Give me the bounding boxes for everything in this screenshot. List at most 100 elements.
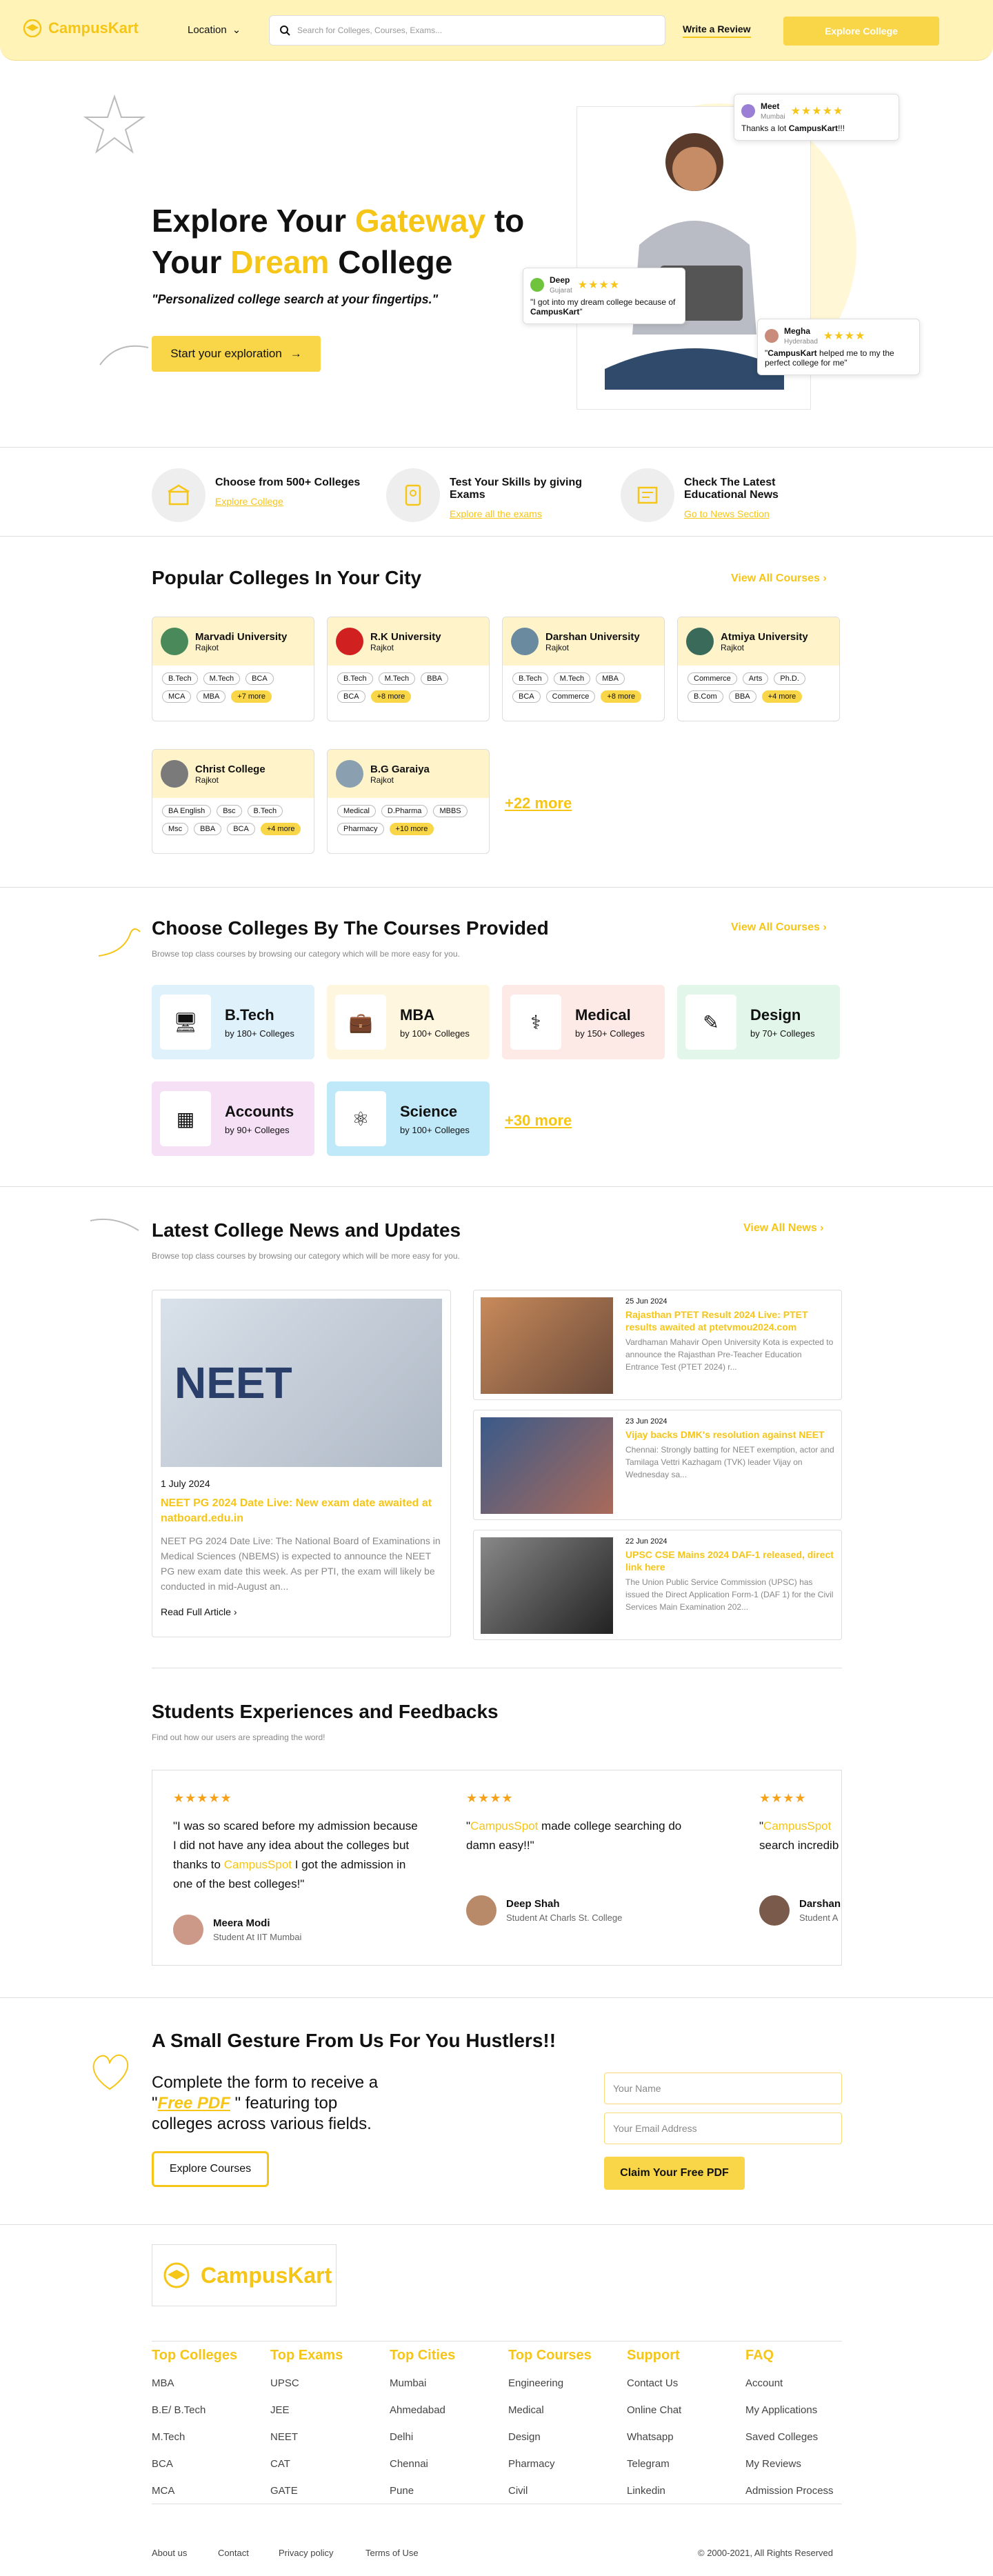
- footer-link[interactable]: Saved Colleges: [745, 2431, 834, 2444]
- footer-link[interactable]: B.E/ B.Tech: [152, 2404, 237, 2417]
- footer-link[interactable]: Contact Us: [627, 2377, 681, 2390]
- footer-link[interactable]: MCA: [152, 2485, 237, 2498]
- review-card: Deep Gujarat ★★★★ "I got into my dream co…: [523, 268, 685, 324]
- college-logo: [686, 628, 714, 655]
- footer-link[interactable]: Mumbai: [390, 2377, 455, 2390]
- view-all-courses-link[interactable]: View All Courses ›: [731, 572, 827, 585]
- college-building-icon: [152, 468, 205, 522]
- footer-link[interactable]: Contact: [218, 2548, 249, 2558]
- gesture-line: colleges across various fields.: [152, 2115, 372, 2133]
- testimonial-card: ★★★★ "CampusSpot made college searching …: [466, 1791, 694, 1926]
- view-all-courses-link[interactable]: View All Courses ›: [731, 921, 827, 934]
- more-tag[interactable]: +10 more: [389, 823, 434, 835]
- explore-college-button[interactable]: Explore College: [783, 17, 939, 46]
- college-card[interactable]: Marvadi University Rajkot B.Tech M.Tech BCA M…: [152, 617, 314, 721]
- search-input[interactable]: Search for Colleges, Courses, Exams...: [269, 15, 665, 46]
- footer-link[interactable]: About us: [152, 2548, 187, 2558]
- footer-link[interactable]: Pune: [390, 2485, 455, 2498]
- more-tag[interactable]: +8 more: [601, 690, 642, 703]
- logo[interactable]: CampusKart: [22, 19, 139, 37]
- course-card[interactable]: ▦ Accounts by 90+ Colleges: [152, 1081, 314, 1156]
- start-exploration-button[interactable]: Start your exploration →: [152, 336, 321, 372]
- footer-link[interactable]: BCA: [152, 2458, 237, 2471]
- footer-link[interactable]: M.Tech: [152, 2431, 237, 2444]
- news-section-link[interactable]: Go to News Section: [684, 508, 815, 519]
- student-name: Deep Shah: [506, 1898, 560, 1910]
- read-full-article-link[interactable]: Read Full Article ›: [161, 1606, 442, 1617]
- footer-link[interactable]: JEE: [270, 2404, 343, 2417]
- write-review-link[interactable]: Write a Review: [683, 23, 751, 38]
- features-strip: Choose from 500+ Colleges Explore College…: [0, 447, 993, 537]
- footer-link[interactable]: Ahmedabad: [390, 2404, 455, 2417]
- footer-link[interactable]: Delhi: [390, 2431, 455, 2444]
- more-colleges-link[interactable]: +22 more: [505, 795, 572, 812]
- avatar: [530, 278, 544, 292]
- footer-link[interactable]: UPSC: [270, 2377, 343, 2390]
- rating-stars: ★★★★: [759, 1791, 807, 1805]
- footer-link[interactable]: Privacy policy: [279, 2548, 333, 2558]
- college-card[interactable]: Atmiya University Rajkot Commerce Arts Ph.D.…: [677, 617, 840, 721]
- course-card[interactable]: ✎ Design by 70+ Colleges: [677, 985, 840, 1059]
- footer-link[interactable]: Admission Process: [745, 2485, 834, 2498]
- footer-link[interactable]: Design: [508, 2431, 592, 2444]
- news-title-link[interactable]: Rajasthan PTET Result 2024 Live: PTET re…: [625, 1308, 834, 1333]
- footer-link[interactable]: NEET: [270, 2431, 343, 2444]
- featured-news-card[interactable]: NEET 1 July 2024 NEET PG 2024 Date Live:…: [152, 1290, 451, 1637]
- footer-link[interactable]: My Reviews: [745, 2458, 834, 2471]
- heart-doodle-icon: [92, 2054, 129, 2090]
- more-courses-link[interactable]: +30 more: [505, 1112, 572, 1130]
- email-field[interactable]: Your Email Address: [604, 2113, 842, 2144]
- news-title-link[interactable]: UPSC CSE Mains 2024 DAF-1 released, dire…: [625, 1548, 834, 1573]
- claim-pdf-button[interactable]: Claim Your Free PDF: [604, 2157, 745, 2190]
- location-dropdown[interactable]: Location ⌄: [188, 23, 241, 37]
- footer-link[interactable]: CAT: [270, 2458, 343, 2471]
- footer-link[interactable]: Account: [745, 2377, 834, 2390]
- student-role: Student A: [799, 1913, 839, 1923]
- testimonials-carousel[interactable]: ★★★★★ "I was so scared before my admissi…: [152, 1770, 842, 1966]
- footer-link[interactable]: Civil: [508, 2485, 592, 2498]
- news-card[interactable]: 25 Jun 2024 Rajasthan PTET Result 2024 Li…: [473, 1290, 842, 1400]
- start-exploration-label: Start your exploration: [170, 347, 282, 360]
- footer-column: FAQ Account My Applications Saved Colleges M…: [745, 2348, 834, 2498]
- divider: [0, 1186, 993, 1187]
- news-title-link[interactable]: Vijay backs DMK's resolution against NEE…: [625, 1428, 834, 1441]
- college-card[interactable]: Darshan University Rajkot B.Tech M.Tech MBA B…: [502, 617, 665, 721]
- course-card[interactable]: 💼 MBA by 100+ Colleges: [327, 985, 490, 1059]
- course-tag: M.Tech: [378, 672, 416, 685]
- news-card[interactable]: 22 Jun 2024 UPSC CSE Mains 2024 DAF-1 rel…: [473, 1530, 842, 1640]
- news-title-link[interactable]: NEET PG 2024 Date Live: New exam date aw…: [161, 1496, 442, 1526]
- view-all-news-link[interactable]: View All News ›: [743, 1222, 824, 1235]
- footer-link[interactable]: GATE: [270, 2485, 343, 2498]
- more-tag[interactable]: +4 more: [761, 690, 803, 703]
- course-card[interactable]: ⚕ Medical by 150+ Colleges: [502, 985, 665, 1059]
- footer-link[interactable]: Medical: [508, 2404, 592, 2417]
- footer-link[interactable]: Terms of Use: [365, 2548, 419, 2558]
- course-tag: Commerce: [688, 672, 737, 685]
- course-tag: D.Pharma: [381, 805, 428, 817]
- footer-link[interactable]: Pharmacy: [508, 2458, 592, 2471]
- explore-courses-button[interactable]: Explore Courses: [152, 2151, 269, 2187]
- more-tag[interactable]: +4 more: [260, 823, 301, 835]
- footer-link[interactable]: Linkedin: [627, 2485, 681, 2498]
- more-tag[interactable]: +8 more: [370, 690, 412, 703]
- college-card[interactable]: B.G Garaiya Rajkot Medical D.Pharma MBBS Phar…: [327, 749, 490, 854]
- name-field[interactable]: Your Name: [604, 2073, 842, 2104]
- footer-link[interactable]: Engineering: [508, 2377, 592, 2390]
- more-tag[interactable]: +7 more: [231, 690, 272, 703]
- footer-link[interactable]: Whatsapp: [627, 2431, 681, 2444]
- explore-exams-link[interactable]: Explore all the exams: [450, 508, 594, 519]
- course-card[interactable]: 🖥 B.Tech by 180+ Colleges: [152, 985, 314, 1059]
- footer-link[interactable]: Chennai: [390, 2458, 455, 2471]
- college-card[interactable]: Christ College Rajkot BA English Bsc B.Tech M…: [152, 749, 314, 854]
- news-card[interactable]: 23 Jun 2024 Vijay backs DMK's resolution …: [473, 1410, 842, 1520]
- course-card[interactable]: ⚛ Science by 100+ Colleges: [327, 1081, 490, 1156]
- star-doodle-icon: [83, 94, 146, 154]
- footer-link[interactable]: MBA: [152, 2377, 237, 2390]
- college-card[interactable]: R.K University Rajkot B.Tech M.Tech BBA BCA +8…: [327, 617, 490, 721]
- course-tag: Ph.D.: [774, 672, 805, 685]
- footer-link[interactable]: Online Chat: [627, 2404, 681, 2417]
- explore-college-link[interactable]: Explore College: [215, 496, 360, 507]
- footer-link[interactable]: My Applications: [745, 2404, 834, 2417]
- footer-logo[interactable]: CampusKart: [152, 2244, 337, 2306]
- footer-link[interactable]: Telegram: [627, 2458, 681, 2471]
